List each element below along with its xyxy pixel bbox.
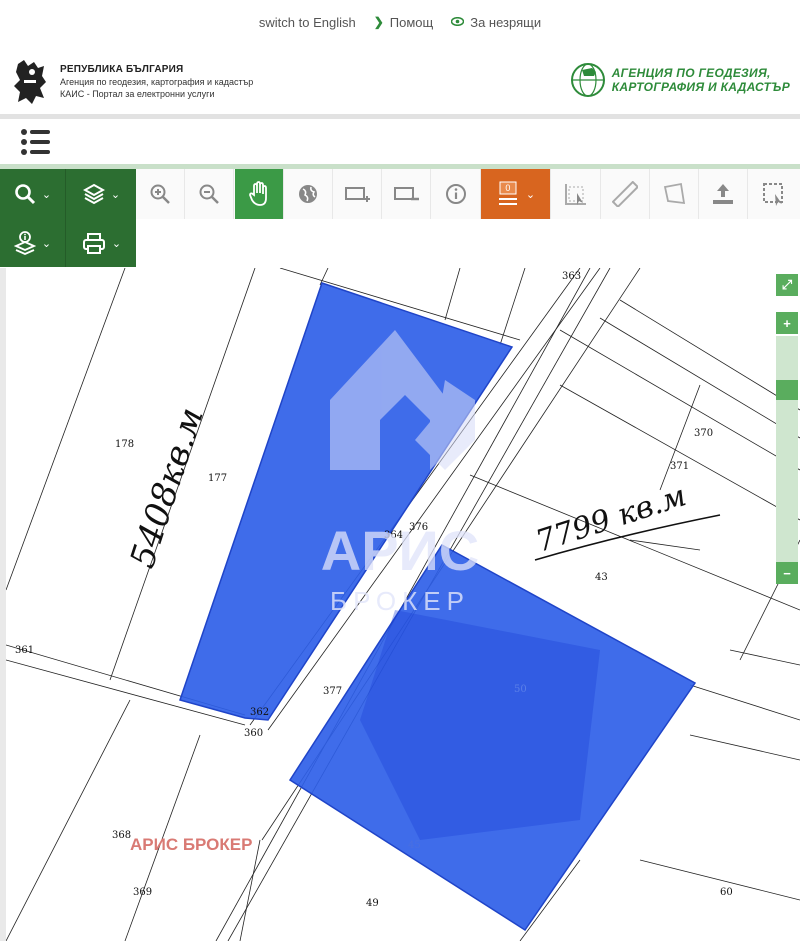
help-link[interactable]: ❯ Помощ [374, 15, 434, 30]
search-icon [14, 183, 36, 205]
portal-subtitle: КАИС - Портал за електронни услуги [60, 89, 215, 99]
top-links: switch to English ❯ Помощ За незрящи [0, 0, 800, 44]
globe-icon [297, 183, 319, 205]
chevron-down-icon: ⌄ [41, 188, 52, 201]
measure-area-icon [563, 181, 589, 207]
parcel-label: 363 [562, 271, 581, 282]
zoom-out-button[interactable] [185, 169, 234, 219]
parcel-label: 371 [670, 461, 689, 472]
print-icon [82, 232, 106, 254]
identify-layer-icon [13, 231, 36, 255]
country-title: РЕПУБЛИКА БЪЛГАРИЯ [60, 64, 184, 75]
agency-subtitle: Агенция по геодезия, картография и кадас… [60, 77, 254, 87]
zoom-slider-thumb[interactable] [776, 380, 798, 400]
selection-count-icon: 0 [496, 179, 520, 209]
polygon-icon [661, 181, 687, 207]
menu-row [0, 119, 800, 165]
zoom-in-icon [149, 183, 171, 205]
upload-button[interactable] [699, 169, 748, 219]
globe-logo-icon [570, 63, 605, 97]
ruler-icon [612, 181, 638, 207]
watermark-text: АРИС [321, 519, 479, 582]
handwritten-area-left: 5408кв.м [123, 403, 212, 573]
expand-icon: ⤢ [781, 277, 793, 292]
zoom-slider[interactable] [776, 336, 798, 562]
pan-hand-icon [248, 181, 270, 207]
parcel-label: 45 [408, 840, 421, 851]
parcel-label: 178 [115, 439, 134, 450]
agency-logo-line1: АГЕНЦИЯ ПО ГЕОДЕЗИЯ, [611, 66, 771, 80]
parcel-label: 360 [244, 728, 263, 739]
info-icon [445, 183, 467, 205]
remove-rectangle-button[interactable] [382, 169, 431, 219]
selection-dropdown-button[interactable]: 0 ⌄ [481, 169, 551, 219]
upload-icon [710, 181, 736, 207]
zoom-out-icon [198, 183, 220, 205]
parcel-label: 49 [366, 898, 379, 909]
accessibility-link[interactable]: За незрящи [450, 14, 542, 30]
parcel-label: 362 [250, 707, 269, 718]
fullscreen-button[interactable]: ⤢ [776, 274, 798, 296]
search-dropdown-button[interactable]: ⌄ [0, 169, 66, 219]
cadastral-map[interactable]: 178 177 361 363 364 376 370 371 43 377 3… [6, 268, 800, 941]
accessibility-link-label: За незрящи [470, 14, 542, 30]
help-link-label: Помощ [389, 14, 434, 30]
pan-button[interactable] [235, 169, 284, 219]
switch-language-link[interactable]: switch to English [259, 15, 356, 30]
remove-rectangle-icon [393, 184, 419, 204]
menu-icon[interactable] [20, 127, 52, 157]
page: switch to English ❯ Помощ За незрящи РЕП… [0, 0, 800, 941]
map-toolbar: ⌄ ⌄ 0 ⌄ ⌄ ⌄ [0, 169, 800, 267]
chevron-down-icon: ⌄ [525, 188, 536, 201]
ruler-button[interactable] [601, 169, 650, 219]
watermark-subtext: БРОКЕР [330, 586, 470, 616]
parcel-label: 377 [323, 686, 342, 697]
zoom-minus-button[interactable]: − [776, 562, 798, 584]
handwritten-area-right: 7799 кв.м [532, 478, 691, 559]
select-area-button[interactable] [748, 169, 800, 219]
zoom-plus-button[interactable]: + [776, 312, 798, 334]
site-header: РЕПУБЛИКА БЪЛГАРИЯ Агенция по геодезия, … [0, 54, 800, 112]
layers-icon [82, 183, 105, 205]
minus-icon: − [783, 565, 791, 581]
parcel-label: 369 [133, 887, 152, 898]
chevron-down-icon: ⌄ [41, 237, 52, 250]
selection-count: 0 [505, 183, 511, 193]
add-rectangle-icon [344, 184, 370, 204]
plus-icon: + [783, 315, 791, 331]
parcel-label: 368 [112, 830, 131, 841]
measure-area-button[interactable] [551, 169, 601, 219]
zoom-controls: ⤢ + − [776, 274, 798, 584]
watermark-red-text: АРИС БРОКЕР [130, 835, 252, 854]
print-dropdown-button[interactable]: ⌄ [67, 219, 136, 267]
parcel-label: 370 [694, 428, 713, 439]
add-rectangle-button[interactable] [333, 169, 382, 219]
chevron-right-icon: ❯ [373, 15, 384, 29]
agency-logo-line2: КАРТОГРАФИЯ И КАДАСТЪР [611, 80, 790, 94]
agency-logo[interactable]: АГЕНЦИЯ ПО ГЕОДЕЗИЯ, КАРТОГРАФИЯ И КАДАС… [570, 62, 790, 98]
parcel-label: 361 [15, 645, 34, 656]
map-canvas[interactable]: 178 177 361 363 364 376 370 371 43 377 3… [6, 268, 800, 941]
zoom-in-button[interactable] [136, 169, 185, 219]
coat-of-arms-logo[interactable] [10, 58, 50, 108]
layers-dropdown-button[interactable]: ⌄ [67, 169, 136, 219]
brand-text[interactable]: РЕПУБЛИКА БЪЛГАРИЯ Агенция по геодезия, … [60, 64, 253, 100]
polygon-button[interactable] [650, 169, 699, 219]
info-button[interactable] [431, 169, 481, 219]
chevron-down-icon: ⌄ [111, 237, 122, 250]
english-link-label: switch to English [258, 14, 356, 30]
parcel-label: 177 [208, 473, 227, 484]
parcel-label: 50 [514, 684, 527, 695]
globe-button[interactable] [284, 169, 333, 219]
parcel-label: 60 [720, 887, 733, 898]
identify-layer-dropdown-button[interactable]: ⌄ [0, 219, 66, 267]
chevron-down-icon: ⌄ [110, 188, 121, 201]
parcel-label: 43 [595, 572, 608, 583]
eye-icon [450, 15, 465, 29]
select-area-icon [761, 181, 787, 207]
